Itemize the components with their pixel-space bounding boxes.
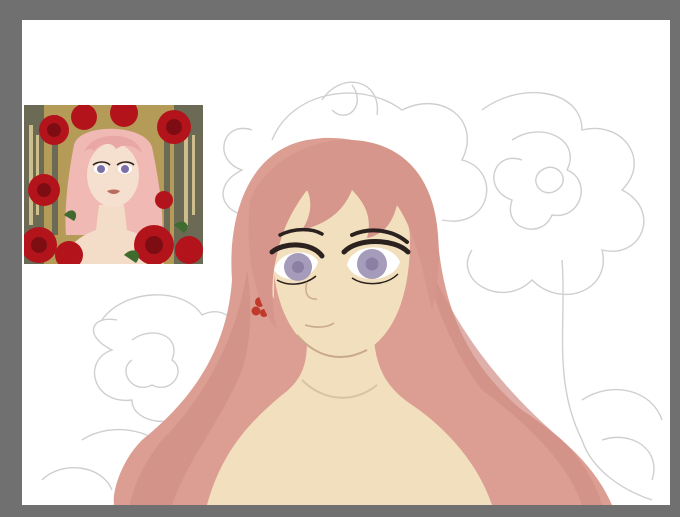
reference-image[interactable] — [24, 105, 203, 264]
drawing-canvas[interactable] — [22, 20, 670, 505]
reference-photo-icon — [24, 105, 203, 264]
